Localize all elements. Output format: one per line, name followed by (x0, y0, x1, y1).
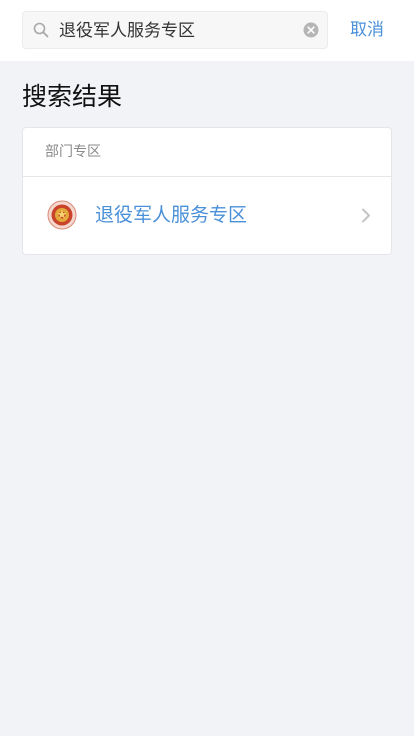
search-header: 退役军人服务专区 取消 (0, 0, 414, 61)
page-title: 搜索结果 (22, 82, 123, 111)
clear-icon[interactable] (303, 22, 319, 38)
cancel-button[interactable]: 取消 (350, 11, 384, 49)
search-value[interactable]: 退役军人服务专区 (59, 12, 195, 50)
results-card: 部门专区 退役军人服务专区 (22, 127, 392, 255)
card-header: 部门专区 (23, 128, 391, 177)
emblem-icon (47, 200, 77, 230)
search-input[interactable]: 退役军人服务专区 (22, 11, 328, 49)
result-label: 退役军人服务专区 (95, 204, 248, 226)
search-icon (33, 22, 49, 38)
chevron-right-icon (362, 208, 370, 223)
result-item[interactable]: 退役军人服务专区 (23, 177, 391, 254)
